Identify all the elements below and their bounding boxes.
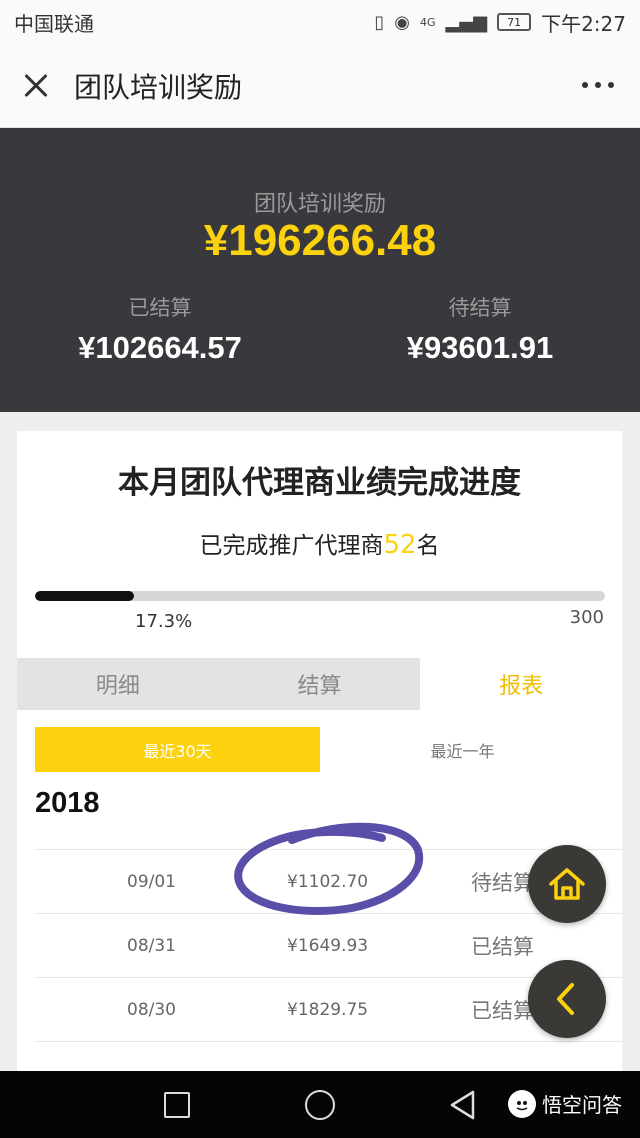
card-subtitle: 已完成推广代理商52名 (17, 526, 622, 560)
tab-settle[interactable]: 结算 (218, 658, 421, 710)
home-icon (549, 868, 585, 900)
network-label: 4G (420, 15, 436, 29)
pending-label: 待结算 (448, 296, 512, 320)
subtitle-prefix: 已完成推广代理商 (199, 533, 384, 559)
progress-percent: 17.3% (135, 611, 193, 632)
status-bar: 中国联通 ▯ ◉ 4G ▂▄▆ 71 下午2:27 (0, 0, 640, 44)
tab-detail[interactable]: 明细 (17, 658, 219, 710)
settled-label: 已结算 (128, 296, 192, 320)
segment-recent-year[interactable]: 最近一年 (320, 727, 605, 772)
segment-recent-30-days[interactable]: 最近30天 (35, 727, 320, 772)
row-status: 已结算 (471, 935, 534, 959)
settled-value: ¥102664.57 (78, 330, 242, 365)
carrier-label: 中国联通 (14, 11, 94, 36)
eye-icon: ◉ (394, 11, 411, 33)
back-button[interactable] (528, 960, 606, 1038)
row-date: 08/31 (127, 936, 176, 956)
settled-block: 已结算 ¥102664.57 (0, 292, 320, 366)
row-status: 待结算 (471, 871, 534, 895)
chevron-left-icon (557, 983, 574, 1015)
progress-fill (35, 591, 134, 601)
tab-report[interactable]: 报表 (420, 658, 622, 710)
row-amount: ¥1829.75 (287, 1000, 369, 1020)
agent-count: 52 (383, 530, 417, 560)
list-item[interactable]: 08/31 ¥1649.93 已结算 (35, 913, 622, 977)
watermark: 悟空问答 (508, 1089, 622, 1118)
row-date: 09/01 (127, 872, 176, 892)
card-title: 本月团队代理商业绩完成进度 (118, 465, 521, 501)
year-heading: 2018 (35, 787, 100, 819)
page-title: 团队培训奖励 (74, 70, 243, 104)
progress-card: 本月团队代理商业绩完成进度 已完成推广代理商52名 17.3% 300 明细 结… (17, 431, 622, 1071)
summary-label: 团队培训奖励 (253, 192, 386, 217)
more-icon[interactable] (582, 82, 614, 88)
row-amount: ¥1102.70 (287, 872, 369, 892)
signal-icon: ▂▄▆ (445, 11, 488, 33)
back-nav-icon[interactable] (448, 1089, 478, 1121)
vibrate-icon: ▯ (374, 11, 385, 33)
progress-max: 300 (569, 607, 604, 628)
row-status: 已结算 (471, 999, 534, 1023)
home-button[interactable] (528, 845, 606, 923)
close-icon[interactable] (20, 70, 52, 102)
pending-value: ¥93601.91 (406, 330, 554, 365)
pending-block: 待结算 ¥93601.91 (320, 292, 640, 366)
subtitle-suffix: 名 (416, 533, 440, 559)
app-bar: 团队培训奖励 (0, 44, 640, 128)
clock-label: 下午2:27 (541, 11, 626, 36)
recents-icon[interactable] (164, 1092, 190, 1118)
row-date: 08/30 (127, 1000, 176, 1020)
wukong-logo-icon (508, 1089, 536, 1118)
row-amount: ¥1649.93 (287, 936, 369, 956)
home-nav-icon[interactable] (305, 1090, 335, 1120)
system-nav-bar: 悟空问答 (0, 1071, 640, 1138)
watermark-text: 悟空问答 (542, 1093, 622, 1117)
progress-bar (35, 591, 605, 601)
tab-bar: 明细 结算 报表 (17, 658, 622, 710)
summary-total: ¥196266.48 (203, 216, 437, 265)
status-icons: ▯ ◉ 4G ▂▄▆ 71 下午2:27 (374, 8, 626, 37)
battery-icon: 71 (497, 13, 532, 31)
list-item[interactable] (35, 1041, 622, 1071)
reward-summary: 团队培训奖励 ¥196266.48 已结算 ¥102664.57 待结算 ¥93… (0, 128, 640, 412)
